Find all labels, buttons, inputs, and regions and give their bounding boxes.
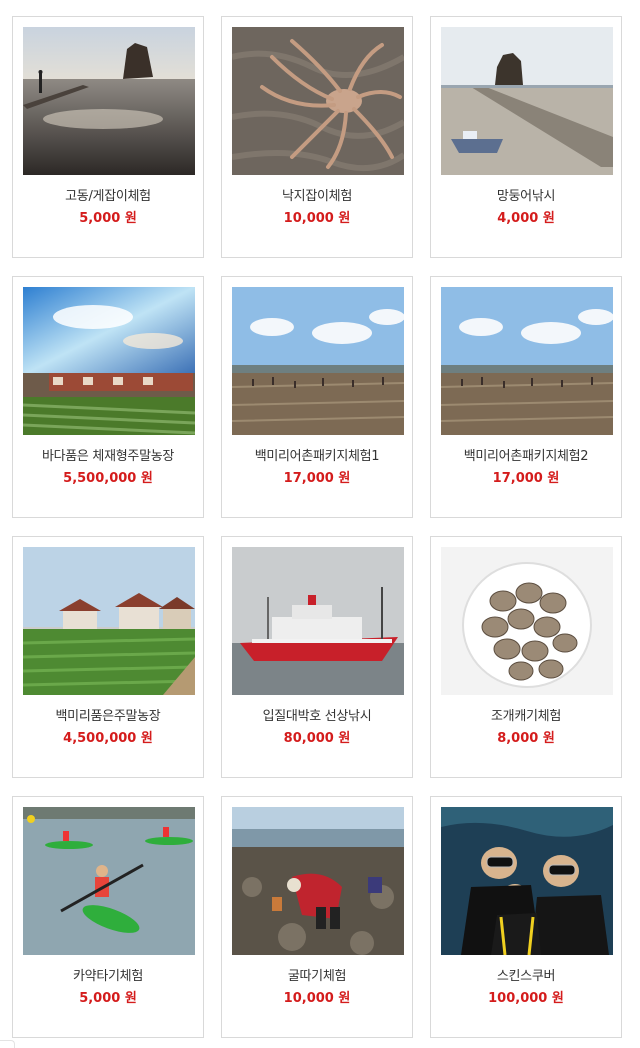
product-image[interactable] <box>23 27 195 175</box>
product-card[interactable]: 고동/게잡이체험 5,000 원 <box>12 16 204 258</box>
red-fishing-boat-photo <box>232 547 404 695</box>
product-card[interactable]: 백미리어촌패키지체험2 17,000 원 <box>430 276 622 518</box>
product-price: 5,500,000 원 <box>63 471 153 486</box>
kayaks-on-water-photo <box>23 807 195 955</box>
product-image[interactable] <box>232 547 404 695</box>
product-name[interactable]: 낙지잡이체험 <box>222 185 412 204</box>
product-image[interactable] <box>23 287 195 435</box>
product-image[interactable] <box>441 547 613 695</box>
rocky-tidal-flat-photo <box>23 27 195 175</box>
product-card[interactable]: 백미리어촌패키지체험1 17,000 원 <box>221 276 413 518</box>
product-name[interactable]: 백미리어촌패키지체험2 <box>431 445 621 464</box>
product-card[interactable]: 낙지잡이체험 10,000 원 <box>221 16 413 258</box>
product-name[interactable]: 바다품은 체재형주말농장 <box>13 445 203 464</box>
product-name[interactable]: 고동/게잡이체험 <box>13 185 203 204</box>
product-price: 10,000 원 <box>283 991 351 1006</box>
vegetable-field-photo <box>23 547 195 695</box>
product-image[interactable] <box>232 287 404 435</box>
product-price: 8,000 원 <box>497 731 555 746</box>
product-price: 5,000 원 <box>79 991 137 1006</box>
farm-cabins-photo <box>23 287 195 435</box>
product-price: 4,500,000 원 <box>63 731 153 746</box>
product-image[interactable] <box>441 807 613 955</box>
octopus-on-mud-photo <box>232 27 404 175</box>
product-card[interactable]: 스킨스쿠버 100,000 원 <box>430 796 622 1038</box>
product-name[interactable]: 굴따기체험 <box>222 965 412 984</box>
product-image[interactable] <box>232 807 404 955</box>
product-price: 17,000 원 <box>283 471 351 486</box>
product-price: 10,000 원 <box>283 211 351 226</box>
product-image[interactable] <box>441 287 613 435</box>
product-image[interactable] <box>23 807 195 955</box>
mudflat-crowd-photo <box>441 287 613 435</box>
product-image[interactable] <box>441 27 613 175</box>
product-price: 4,000 원 <box>497 211 555 226</box>
scuba-divers-photo <box>441 807 613 955</box>
product-card[interactable]: 카약타기체험 5,000 원 <box>12 796 204 1038</box>
product-card[interactable]: 망둥어낚시 4,000 원 <box>430 16 622 258</box>
product-image[interactable] <box>23 547 195 695</box>
product-name[interactable]: 카약타기체험 <box>13 965 203 984</box>
product-price: 80,000 원 <box>283 731 351 746</box>
product-price: 17,000 원 <box>492 471 560 486</box>
product-card[interactable]: 조개캐기체험 8,000 원 <box>430 536 622 778</box>
product-card[interactable]: 입질대박호 선상낚시 80,000 원 <box>221 536 413 778</box>
product-image[interactable] <box>232 27 404 175</box>
product-price: 100,000 원 <box>488 991 564 1006</box>
product-name[interactable]: 백미리어촌패키지체험1 <box>222 445 412 464</box>
product-name[interactable]: 조개캐기체험 <box>431 705 621 724</box>
oyster-picking-photo <box>232 807 404 955</box>
product-price: 5,000 원 <box>79 211 137 226</box>
product-name[interactable]: 입질대박호 선상낚시 <box>222 705 412 724</box>
product-card[interactable]: 바다품은 체재형주말농장 5,500,000 원 <box>12 276 204 518</box>
mudflat-crowd-photo <box>232 287 404 435</box>
causeway-boat-photo <box>441 27 613 175</box>
product-card[interactable]: 백미리품은주말농장 4,500,000 원 <box>12 536 204 778</box>
product-name[interactable]: 스킨스쿠버 <box>431 965 621 984</box>
clams-in-bowl-photo <box>441 547 613 695</box>
product-name[interactable]: 백미리품은주말농장 <box>13 705 203 724</box>
product-card[interactable]: 굴따기체험 10,000 원 <box>221 796 413 1038</box>
product-name[interactable]: 망둥어낚시 <box>431 185 621 204</box>
